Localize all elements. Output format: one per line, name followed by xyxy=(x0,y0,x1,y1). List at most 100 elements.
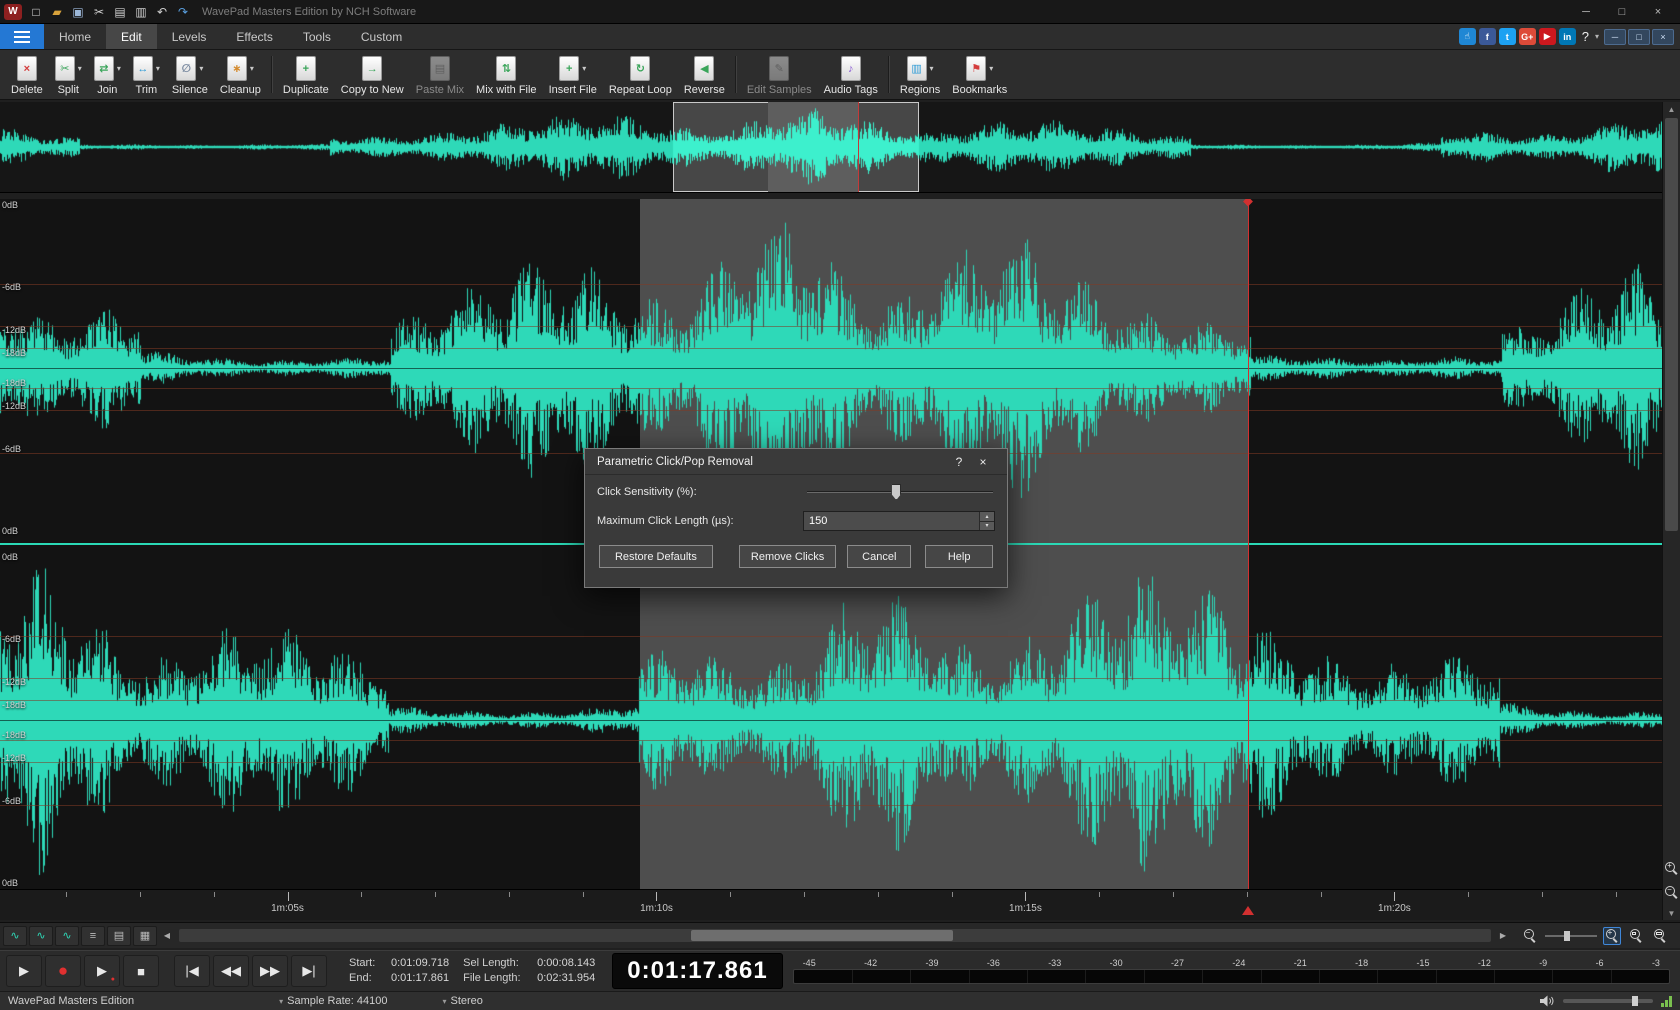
fast-forward-button[interactable]: ▶▶ xyxy=(252,955,288,987)
copy-to-new-button[interactable]: →Copy to New xyxy=(335,53,410,97)
tab-custom[interactable]: Custom xyxy=(346,24,417,49)
maximize-button[interactable]: □ xyxy=(1604,1,1640,23)
go-to-end-button[interactable]: ▶| xyxy=(291,955,327,987)
cut-wave-tool-icon[interactable]: ∿ xyxy=(3,926,27,946)
main-menu-button[interactable] xyxy=(0,24,44,49)
repeat-loop-button[interactable]: ↻Repeat Loop xyxy=(603,53,678,97)
click-sensitivity-slider[interactable] xyxy=(807,483,993,501)
dialog-titlebar[interactable]: Parametric Click/Pop Removal ? × xyxy=(585,449,1007,475)
scroll-right-icon[interactable]: ▶ xyxy=(1495,929,1511,943)
delete-button[interactable]: ×Delete xyxy=(5,53,49,97)
split-button[interactable]: ✂▾Split xyxy=(49,53,88,97)
dialog-help-button[interactable]: ? xyxy=(947,455,971,469)
horizontal-scroll-thumb[interactable] xyxy=(691,930,953,941)
undo-icon[interactable]: ↶ xyxy=(152,3,172,21)
join-button[interactable]: ⇄▾Join xyxy=(88,53,127,97)
paste-wave-tool-icon[interactable]: ∿ xyxy=(55,926,79,946)
tab-home[interactable]: Home xyxy=(44,24,106,49)
ribbon-close-button[interactable]: × xyxy=(1652,29,1674,45)
ribbon-minimize-button[interactable]: ─ xyxy=(1604,29,1626,45)
rewind-button[interactable]: ◀◀ xyxy=(213,955,249,987)
minimize-button[interactable]: ─ xyxy=(1568,1,1604,23)
dropdown-caret-icon[interactable]: ▾ xyxy=(582,64,586,73)
dropdown-caret-icon[interactable]: ▾ xyxy=(199,64,203,73)
zoom-in-button[interactable]: + xyxy=(1603,927,1621,945)
paste-icon[interactable]: ▥ xyxy=(131,3,151,21)
cut-icon[interactable]: ✂ xyxy=(89,3,109,21)
snap-tool-icon[interactable]: ▦ xyxy=(133,926,157,946)
marker-tool-icon[interactable]: ≡ xyxy=(81,926,105,946)
open-folder-icon[interactable]: ▰ xyxy=(47,3,67,21)
scroll-down-icon[interactable]: ▼ xyxy=(1664,906,1680,920)
app-logo[interactable]: W xyxy=(4,4,22,20)
cancel-button[interactable]: Cancel xyxy=(847,545,911,568)
help-caret-icon[interactable]: ▾ xyxy=(1595,32,1599,41)
dropdown-caret-icon[interactable]: ▾ xyxy=(117,64,121,73)
play-selection-button[interactable]: ▶● xyxy=(84,955,120,987)
slider-thumb[interactable] xyxy=(891,484,901,500)
linkedin-icon[interactable]: in xyxy=(1559,28,1576,45)
channels-selector[interactable]: ▾ Stereo xyxy=(442,995,482,1007)
zoom-out-button[interactable]: − xyxy=(1521,927,1539,945)
tab-edit[interactable]: Edit xyxy=(106,24,157,49)
dropdown-caret-icon[interactable]: ▾ xyxy=(989,64,993,73)
vertical-scrollbar[interactable]: ▲ + − ▼ xyxy=(1662,102,1680,920)
dropdown-caret-icon[interactable]: ▾ xyxy=(930,64,934,73)
trim-button[interactable]: ↔▾Trim xyxy=(127,53,166,97)
cursor-marker-bottom[interactable] xyxy=(1242,906,1254,915)
max-click-length-input[interactable] xyxy=(804,512,979,530)
horizontal-scroll-track[interactable] xyxy=(179,929,1491,942)
vertical-zoom-in-button[interactable]: + xyxy=(1663,859,1680,877)
regions-button[interactable]: ▥▾Regions xyxy=(894,53,946,97)
cleanup-button[interactable]: ∗▾Cleanup xyxy=(214,53,267,97)
sample-rate-selector[interactable]: ▾ Sample Rate: 44100 xyxy=(279,995,387,1007)
like-icon[interactable]: ☝ xyxy=(1459,28,1476,45)
zoom-full-button[interactable] xyxy=(1651,927,1669,945)
help-icon[interactable]: ? xyxy=(1579,29,1592,44)
dialog-close-button[interactable]: × xyxy=(971,455,995,469)
silence-button[interactable]: ∅▾Silence xyxy=(166,53,214,97)
tab-effects[interactable]: Effects xyxy=(221,24,287,49)
bookmarks-button[interactable]: ⚑▾Bookmarks xyxy=(946,53,1013,97)
vertical-zoom-out-button[interactable]: − xyxy=(1663,883,1680,901)
tab-tools[interactable]: Tools xyxy=(288,24,346,49)
go-to-start-button[interactable]: |◀ xyxy=(174,955,210,987)
redo-icon[interactable]: ↷ xyxy=(173,3,193,21)
stop-button[interactable]: ■ xyxy=(123,955,159,987)
new-file-icon[interactable]: □ xyxy=(26,3,46,21)
ribbon-restore-button[interactable]: □ xyxy=(1628,29,1650,45)
spin-down-icon[interactable]: ▾ xyxy=(980,522,994,531)
dropdown-caret-icon[interactable]: ▾ xyxy=(156,64,160,73)
play-button[interactable]: ▶ xyxy=(6,955,42,987)
dropdown-caret-icon[interactable]: ▾ xyxy=(78,64,82,73)
facebook-icon[interactable]: f xyxy=(1479,28,1496,45)
save-icon[interactable]: ▣ xyxy=(68,3,88,21)
volume-slider-thumb[interactable] xyxy=(1632,996,1638,1006)
record-button[interactable]: ● xyxy=(45,955,81,987)
zoom-selection-button[interactable] xyxy=(1627,927,1645,945)
list-view-tool-icon[interactable]: ▤ xyxy=(107,926,131,946)
vertical-scroll-thumb[interactable] xyxy=(1665,118,1678,531)
copy-icon[interactable]: ▤ xyxy=(110,3,130,21)
spin-up-icon[interactable]: ▴ xyxy=(980,512,994,522)
youtube-icon[interactable]: ▶ xyxy=(1539,28,1556,45)
dropdown-caret-icon[interactable]: ▾ xyxy=(250,64,254,73)
close-button[interactable]: × xyxy=(1640,1,1676,23)
playback-cursor[interactable] xyxy=(1248,199,1249,889)
twitter-icon[interactable]: t xyxy=(1499,28,1516,45)
scroll-up-icon[interactable]: ▲ xyxy=(1664,102,1680,116)
duplicate-button[interactable]: +Duplicate xyxy=(277,53,335,97)
copy-wave-tool-icon[interactable]: ∿ xyxy=(29,926,53,946)
help-button[interactable]: Help xyxy=(925,545,993,568)
reverse-button[interactable]: ◀Reverse xyxy=(678,53,731,97)
timeline-ruler[interactable]: 1m:05s1m:10s1m:15s1m:20s xyxy=(0,889,1662,920)
volume-slider[interactable] xyxy=(1563,999,1653,1003)
overview-waveform-canvas[interactable] xyxy=(0,102,1662,192)
overview-waveform[interactable] xyxy=(0,102,1662,193)
googleplus-icon[interactable]: G+ xyxy=(1519,28,1536,45)
vertical-scroll-track[interactable] xyxy=(1663,116,1680,854)
right-channel[interactable]: 0dB-6dB-12dB-18dB-18dB-12dB-6dB0dB xyxy=(0,551,1662,889)
mix-with-file-button[interactable]: ⇅Mix with File xyxy=(470,53,543,97)
speaker-icon[interactable] xyxy=(1540,995,1555,1007)
tab-levels[interactable]: Levels xyxy=(157,24,222,49)
